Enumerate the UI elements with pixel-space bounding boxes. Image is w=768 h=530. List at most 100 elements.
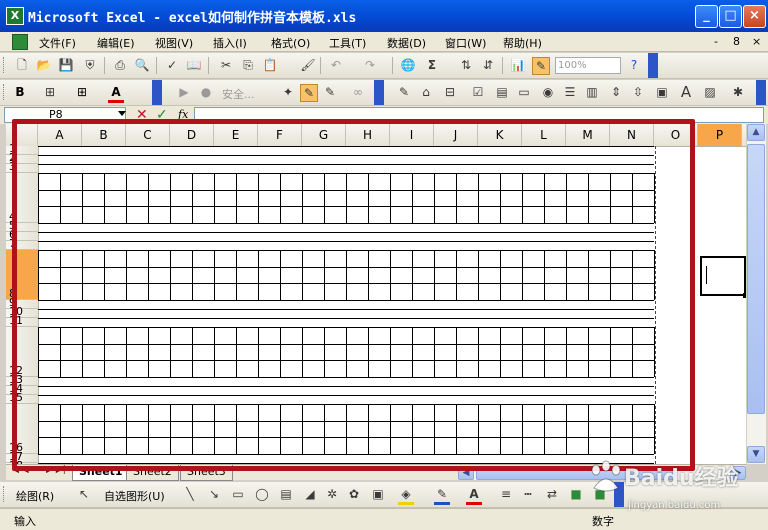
dash-style-icon[interactable]: ┅ <box>520 486 536 502</box>
print-icon[interactable]: ⎙ <box>112 57 128 73</box>
close-button[interactable]: × <box>743 5 766 28</box>
baidu-paw-icon <box>591 460 621 492</box>
toolbar-options-icon[interactable] <box>648 53 658 78</box>
wordart-icon[interactable]: A <box>678 84 694 100</box>
merge-center-icon[interactable]: ⊞ <box>42 84 58 100</box>
run-icon[interactable]: ▶ <box>176 84 192 100</box>
doc-minimize-button[interactable]: - <box>714 35 718 48</box>
copy-icon[interactable]: ⎘ <box>240 57 256 73</box>
doc-close-button[interactable]: × <box>752 35 761 48</box>
menu-view[interactable]: 视图(V) <box>155 35 193 51</box>
menu-help[interactable]: 帮助(H) <box>503 35 542 51</box>
link-icon[interactable]: ∞ <box>350 84 366 100</box>
diagram-icon[interactable]: ✲ <box>324 486 340 502</box>
arrow-style-icon[interactable]: ⇄ <box>544 486 560 502</box>
toolbar-grip[interactable] <box>3 57 7 73</box>
spinner-icon[interactable]: ⇳ <box>630 84 646 100</box>
toolbar-options-icon-4[interactable] <box>756 80 766 105</box>
option-button-icon[interactable]: ◉ <box>540 84 556 100</box>
bold-button[interactable]: B <box>12 84 28 100</box>
menu-edit[interactable]: 编辑(E) <box>97 35 135 51</box>
picture-icon[interactable]: ▨ <box>702 84 718 100</box>
rectangle-icon[interactable]: ▭ <box>230 486 246 502</box>
menu-insert[interactable]: 插入(I) <box>213 35 247 51</box>
save-icon[interactable]: 💾 <box>58 57 74 73</box>
autoshapes-button[interactable]: 自选图形(U) <box>104 488 165 504</box>
line-color-icon[interactable]: ✎ <box>434 486 450 505</box>
excel-app-icon[interactable]: X <box>6 7 24 25</box>
doc-restore-button[interactable]: 8 <box>733 35 740 48</box>
record-icon[interactable]: ● <box>198 84 214 100</box>
sort-ascending-icon[interactable]: ⇅ <box>458 57 474 73</box>
watermark-brand: Baidu经验 <box>624 466 739 491</box>
vertical-scroll-thumb[interactable] <box>747 144 765 414</box>
forms-draw-icon[interactable]: ✎ <box>396 84 412 100</box>
column-header-p[interactable]: P <box>698 124 742 146</box>
research-icon[interactable]: 📖 <box>186 57 202 73</box>
spelling-icon[interactable]: ✓ <box>164 57 180 73</box>
new-icon[interactable]: 🗋 <box>14 57 30 73</box>
wordart-insert-icon[interactable]: ◢ <box>302 486 318 502</box>
line-style-icon[interactable]: ≡ <box>498 486 514 502</box>
font-color-icon[interactable]: A <box>108 84 124 103</box>
borders-icon[interactable]: ⊞ <box>74 84 90 100</box>
hyperlink-icon[interactable]: 🌐 <box>400 57 416 73</box>
toolbar-options-icon-2[interactable] <box>152 80 162 105</box>
button-icon[interactable]: ▭ <box>516 84 532 100</box>
oval-icon[interactable]: ◯ <box>254 486 270 502</box>
redo-icon[interactable]: ↷ <box>362 57 378 73</box>
menu-tools[interactable]: 工具(T) <box>329 35 366 51</box>
workbook-icon[interactable] <box>12 34 28 50</box>
menu-format[interactable]: 格式(O) <box>271 35 310 51</box>
paste-icon[interactable]: 📋 <box>262 57 278 73</box>
label-icon[interactable]: ⌂ <box>418 84 434 100</box>
visual-basic-icon[interactable]: ✦ <box>280 84 296 100</box>
menu-data[interactable]: 数据(D) <box>387 35 426 51</box>
edit-box-icon[interactable]: ⊟ <box>442 84 458 100</box>
textbox-icon[interactable]: ▤ <box>278 486 294 502</box>
listbox-icon[interactable]: ☰ <box>562 84 578 100</box>
draw-font-color-icon[interactable]: A <box>466 486 482 505</box>
highlight-box <box>12 119 695 471</box>
scrollbar-icon[interactable]: ⇕ <box>608 84 624 100</box>
zoom-select[interactable]: 100% <box>555 57 621 74</box>
shadow-icon[interactable]: ■ <box>568 486 584 502</box>
groupbox-icon[interactable]: ▤ <box>494 84 510 100</box>
active-cell[interactable] <box>700 256 746 298</box>
menu-window[interactable]: 窗口(W) <box>445 35 486 51</box>
sort-descending-icon[interactable]: ⇵ <box>480 57 496 73</box>
tools-icon[interactable]: ✱ <box>730 84 746 100</box>
permission-icon[interactable]: ⛨ <box>82 57 98 73</box>
insert-picture-icon[interactable]: ▣ <box>370 486 386 502</box>
draw-menu-button[interactable]: 绘图(R) <box>16 488 54 504</box>
security-label[interactable]: 安全... <box>222 86 255 102</box>
minimize-button[interactable]: _ <box>695 5 718 28</box>
autosum-icon[interactable]: Σ <box>424 57 440 73</box>
fill-color-icon[interactable]: ◈ <box>398 486 414 505</box>
checkbox-icon[interactable]: ☑ <box>470 84 486 100</box>
clipart-icon[interactable]: ✿ <box>346 486 362 502</box>
title-bar: X Microsoft Excel - excel如何制作拼音本模板.xls _… <box>0 0 768 32</box>
open-icon[interactable]: 📂 <box>36 57 52 73</box>
undo-icon[interactable]: ↶ <box>328 57 344 73</box>
cut-icon[interactable]: ✂ <box>218 57 234 73</box>
arrow-icon[interactable]: ↘ <box>206 486 222 502</box>
menu-file[interactable]: 文件(F) <box>39 35 76 51</box>
image-icon[interactable]: ▣ <box>654 84 670 100</box>
help-icon[interactable]: ? <box>626 57 642 73</box>
combobox-icon[interactable]: ▥ <box>584 84 600 100</box>
formatting-toolbar: B ⊞ ⊞ A ▶ ● 安全... ✦ ✎ ✎ ∞ ✎ ⌂ ⊟ ☑ ▤ ▭ ◉ … <box>0 80 768 106</box>
toolbar-options-icon-3[interactable] <box>374 80 384 105</box>
maximize-button[interactable]: □ <box>719 5 742 28</box>
control-toolbox-icon[interactable]: ✎ <box>322 84 338 100</box>
print-preview-icon[interactable]: 🔍 <box>134 57 150 73</box>
line-icon[interactable]: ╲ <box>182 486 198 502</box>
drawing-icon[interactable]: ✎ <box>532 57 550 75</box>
design-mode-icon[interactable]: ✎ <box>300 84 318 102</box>
format-painter-icon[interactable]: 🖌 <box>300 57 316 73</box>
vertical-scrollbar[interactable]: ▲ ▼ <box>746 124 766 464</box>
name-box-dropdown-icon[interactable] <box>118 111 126 116</box>
scroll-up-icon[interactable]: ▲ <box>747 124 765 141</box>
chart-wizard-icon[interactable]: 📊 <box>510 57 526 73</box>
select-objects-icon[interactable]: ↖ <box>76 486 92 502</box>
